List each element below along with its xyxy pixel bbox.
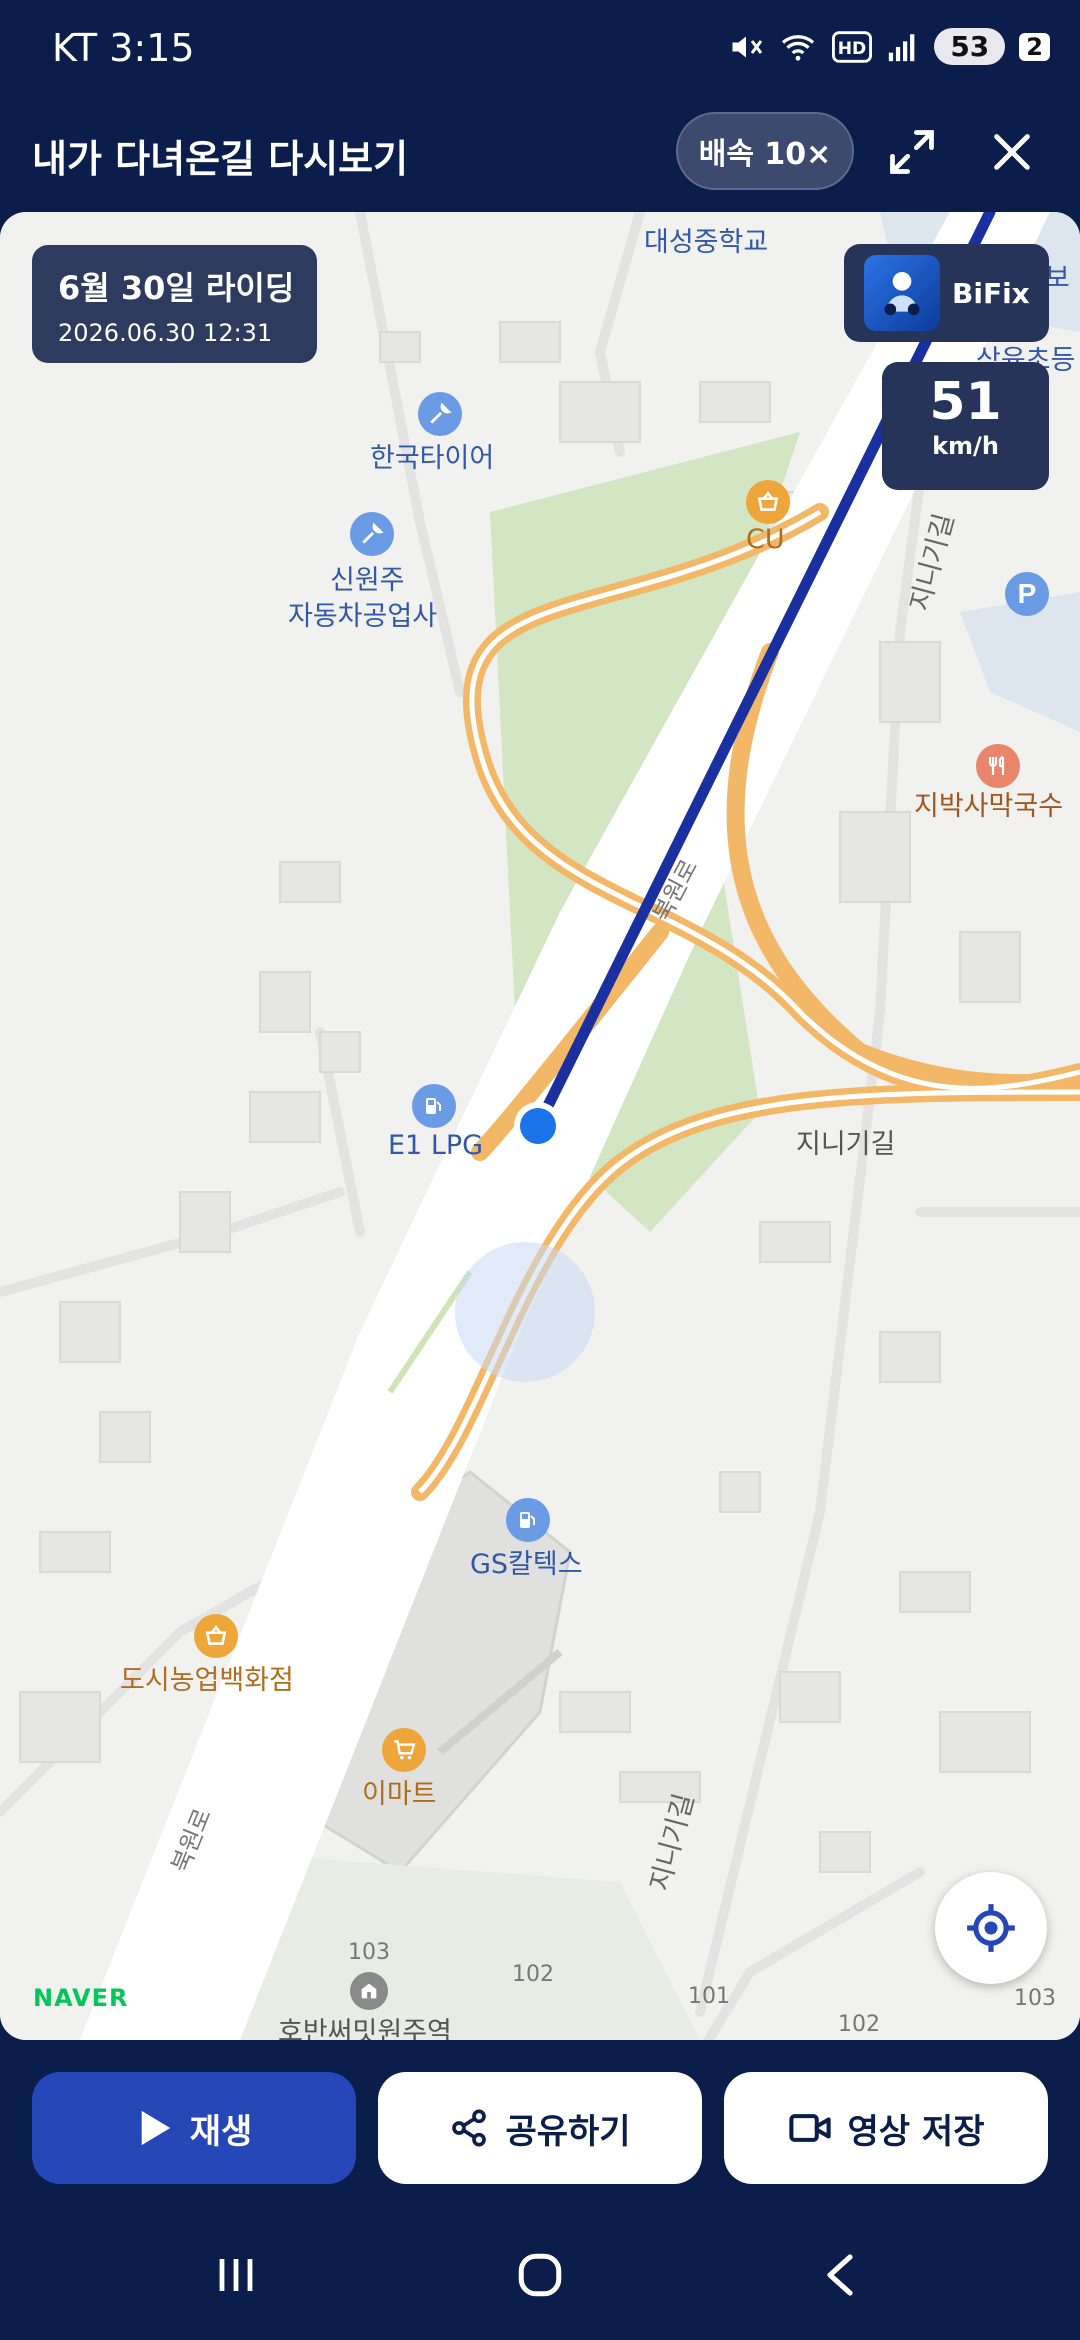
- signal-icon: [889, 33, 915, 61]
- map-label-apartment: 호반써밋원주역: [278, 2017, 452, 2040]
- map-label-building: 102: [512, 1962, 554, 1987]
- speed-display: 51 km/h: [882, 362, 1049, 490]
- carrier-time: KT 3:15: [52, 26, 195, 70]
- share-icon: [452, 2109, 487, 2147]
- repair-shop-icon[interactable]: [350, 512, 394, 556]
- restaurant-icon[interactable]: [976, 744, 1020, 788]
- battery-level: 53: [934, 28, 1006, 65]
- apartment-icon[interactable]: [350, 1972, 388, 2010]
- current-location-button[interactable]: [935, 1872, 1047, 1984]
- map-label-e1: E1 LPG: [388, 1130, 484, 1161]
- share-label: 공유하기: [505, 2111, 631, 2152]
- system-nav-bar: [0, 2210, 1080, 2340]
- crosshair-icon: [967, 1904, 1015, 1952]
- map-label-cu: CU: [746, 524, 785, 555]
- map-label-building: 101: [688, 1984, 730, 2009]
- convenience-store-icon[interactable]: [746, 480, 790, 524]
- route-map[interactable]: P 대성중학교 돌보 삼육초등 한국타이어 CU 신원주 자동차공업사 지박사막…: [0, 212, 1080, 2040]
- shopping-cart-icon[interactable]: [382, 1728, 426, 1772]
- map-label-gs: GS칼텍스: [470, 1549, 583, 1580]
- speed-unit: km/h: [932, 432, 999, 460]
- ride-info-card: 6월 30일 라이딩 2026.06.30 12:31: [32, 245, 317, 363]
- fullscreen-icon[interactable]: [882, 122, 942, 182]
- map-label-building: 102: [838, 2012, 880, 2037]
- save-video-label: 영상 저장: [847, 2111, 985, 2152]
- market-icon[interactable]: [194, 1614, 238, 1658]
- app-header: 내가 다녀온길 다시보기 배속 10×: [0, 100, 1080, 210]
- svg-text:HD: HD: [838, 39, 867, 59]
- parking-icon[interactable]: P: [1005, 572, 1049, 616]
- map-label-jibaksa: 지박사막국수: [914, 791, 1064, 822]
- wifi-icon: [782, 34, 815, 61]
- gas-station-icon[interactable]: [506, 1498, 550, 1542]
- mute-icon: [732, 36, 763, 57]
- home-icon[interactable]: [500, 2240, 580, 2310]
- play-icon: [141, 2110, 170, 2146]
- map-label-school: 대성중학교: [644, 227, 769, 258]
- gas-station-icon[interactable]: [412, 1084, 456, 1128]
- ride-title: 6월 30일 라이딩: [58, 269, 295, 307]
- play-label: 재생: [189, 2111, 253, 2152]
- back-icon[interactable]: [800, 2240, 880, 2310]
- repair-shop-icon[interactable]: [418, 392, 462, 436]
- playback-speed-button[interactable]: 배속 10×: [676, 112, 854, 190]
- hd-icon: HD: [832, 30, 873, 63]
- share-button[interactable]: 공유하기: [378, 2072, 702, 2184]
- close-icon[interactable]: [982, 122, 1042, 182]
- brand-badge: BiFix: [844, 244, 1049, 342]
- map-provider-logo: NAVER: [33, 1984, 129, 2012]
- recent-apps-icon[interactable]: [196, 2240, 276, 2310]
- status-icons: HD 53 2: [728, 28, 1050, 65]
- map-label-shinwonju: 신원주: [330, 565, 405, 596]
- ride-datetime: 2026.06.30 12:31: [58, 319, 273, 347]
- speed-value: 51: [929, 372, 1002, 432]
- map-label-shinwonju-2: 자동차공업사: [288, 601, 438, 632]
- map-label-emart: 이마트: [362, 1779, 437, 1810]
- map-label-hankook: 한국타이어: [370, 443, 495, 474]
- map-label-street: 지니기길: [796, 1129, 896, 1160]
- video-camera-icon: [788, 2114, 831, 2142]
- map-label-dosi: 도시농업백화점: [120, 1665, 294, 1696]
- map-label-building: 103: [1014, 1986, 1056, 2011]
- sim-indicator: 2: [1019, 32, 1050, 61]
- save-video-button[interactable]: 영상 저장: [724, 2072, 1048, 2184]
- action-bar: 재생 공유하기 영상 저장: [0, 2040, 1080, 2210]
- brand-label: BiFix: [952, 276, 1030, 310]
- page-title: 내가 다녀온길 다시보기: [32, 137, 409, 181]
- play-button[interactable]: 재생: [32, 2072, 356, 2184]
- map-label-building: 103: [348, 1940, 390, 1965]
- bifix-logo-icon: [864, 255, 940, 331]
- status-bar: KT 3:15 HD 53 2: [0, 0, 1080, 100]
